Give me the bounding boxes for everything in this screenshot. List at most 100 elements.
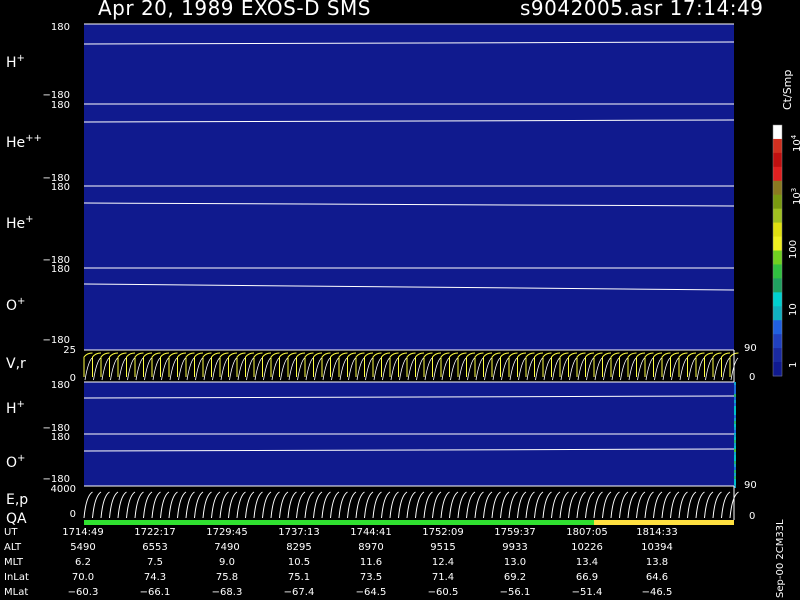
footer-value: 7.5	[147, 557, 163, 568]
colorbar-label: 103	[790, 187, 800, 205]
panel-label-h-plus-2: H+	[6, 399, 25, 417]
colorbar-unit: Ct/Smp	[781, 69, 794, 110]
footer-value: 13.0	[503, 557, 527, 568]
panel-label-h-plus: H+	[6, 53, 25, 71]
footer-row-label: MLat	[4, 587, 29, 598]
panel-h-plus-bottom-background	[84, 382, 734, 434]
footer-value: −60.5	[427, 587, 459, 598]
colorbar-swatch	[773, 250, 782, 265]
footer-value: −67.4	[283, 587, 315, 598]
footer-value: 69.2	[503, 572, 527, 583]
footer-value: 10394	[641, 542, 673, 553]
colorbar-swatch	[773, 180, 782, 196]
footer-row-label: UT	[4, 527, 18, 538]
footer-value: −68.3	[211, 587, 243, 598]
colorbar-swatch	[773, 306, 782, 321]
footer-value: 8295	[286, 542, 312, 553]
footer-value: 1752:09	[422, 527, 464, 538]
version-stamp: Sep-00 2CM33L	[775, 519, 786, 598]
footer-value: 1759:37	[494, 527, 536, 538]
footer-value: 10226	[571, 542, 603, 553]
colorbar-label: 104	[790, 134, 800, 152]
footer-value: −46.5	[641, 587, 673, 598]
colorbar-swatch	[773, 222, 782, 238]
colorbar-swatch	[773, 292, 782, 307]
footer-value: 75.8	[215, 572, 239, 583]
footer-value: 71.4	[431, 572, 455, 583]
footer-value: 7490	[214, 542, 240, 553]
footer-value: 1814:33	[636, 527, 678, 538]
colorbar-swatch	[773, 166, 782, 182]
panel-h-plus-top-background	[84, 24, 734, 104]
colorbar-swatch	[773, 334, 782, 349]
colorbar-swatch	[773, 138, 782, 154]
footer-value: 6.2	[75, 557, 91, 568]
footer-value: 10.5	[287, 557, 311, 568]
footer-value: 9515	[430, 542, 456, 553]
colorbar-swatch	[773, 362, 782, 377]
panel-label-qa: QA	[6, 511, 27, 527]
colorbar-swatch	[773, 348, 782, 363]
panel-he-plus-background	[84, 186, 734, 268]
panel-label-o-plus-2: O+	[6, 453, 26, 471]
right-tick-bottom: 0	[749, 511, 756, 522]
footer-value: 6553	[142, 542, 168, 553]
footer-value: 66.9	[575, 572, 599, 583]
panel-o-plus-top-background	[84, 268, 734, 350]
footer-value: −66.1	[139, 587, 171, 598]
colorbar-swatch	[773, 125, 782, 140]
footer-value: 13.4	[575, 557, 599, 568]
panel-label-he-plus: He+	[6, 214, 34, 232]
colorbar-swatch	[773, 320, 782, 335]
footer-value: 1807:05	[566, 527, 608, 538]
panel-label-he-plus-plus: He++	[6, 133, 42, 151]
right-tick-bottom: 0	[749, 372, 756, 383]
right-tick-top: 90	[744, 343, 757, 354]
colorbar-swatch	[773, 236, 782, 251]
panel-label-vr: V,r	[6, 356, 26, 372]
footer-value: 1744:41	[350, 527, 392, 538]
footer-value: −64.5	[355, 587, 387, 598]
qa-bar-good	[84, 520, 594, 525]
tick-bottom: 0	[69, 509, 76, 520]
colorbar-swatch	[773, 278, 782, 293]
panel-he-plus-plus-background	[84, 104, 734, 186]
colorbar-label: 100	[788, 239, 799, 259]
footer-value: 1722:17	[134, 527, 176, 538]
panel-label-o-plus: O+	[6, 296, 26, 314]
colorbar-swatch	[773, 152, 782, 168]
spectrogram-plot	[83, 23, 783, 525]
footer-row-label: ALT	[4, 542, 22, 553]
footer-value: 9933	[502, 542, 528, 553]
footer-value: 5490	[70, 542, 96, 553]
footer-value: 1729:45	[206, 527, 248, 538]
tick-top: 180	[50, 22, 70, 33]
footer-value: 70.0	[71, 572, 95, 583]
tick-top: 180	[50, 264, 70, 275]
footer-value: 13.8	[645, 557, 669, 568]
footer-value: −56.1	[499, 587, 531, 598]
tick-top: 180	[50, 182, 70, 193]
panel-o-plus-bottom-background	[84, 434, 734, 486]
footer-value: 11.6	[359, 557, 383, 568]
tick-top: 180	[50, 432, 70, 443]
footer-value: −51.4	[571, 587, 603, 598]
colorbar-swatch	[773, 194, 782, 210]
footer-row-label: InLat	[4, 572, 29, 583]
footer-value: 8970	[358, 542, 384, 553]
footer-value: 1714:49	[62, 527, 104, 538]
footer-value: 75.1	[287, 572, 311, 583]
right-tick-top: 90	[744, 480, 757, 491]
tick-top: 25	[63, 345, 76, 356]
colorbar-swatch	[773, 264, 782, 279]
footer-row-label: MLT	[4, 557, 23, 568]
footer-value: 12.4	[431, 557, 455, 568]
panel-label-ep: E,p	[6, 492, 29, 508]
footer-value: 73.5	[359, 572, 383, 583]
footer-value: −60.3	[67, 587, 99, 598]
colorbar-label: 1	[788, 361, 799, 368]
footer-value: 9.0	[219, 557, 235, 568]
colorbar-swatch	[773, 208, 782, 224]
footer-value: 1737:13	[278, 527, 320, 538]
qa-bar-warning	[594, 520, 734, 525]
